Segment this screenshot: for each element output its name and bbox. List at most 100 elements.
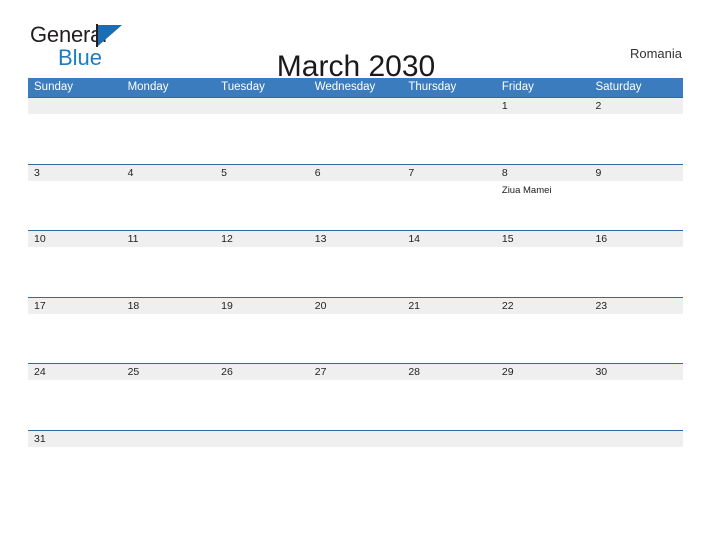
weekday-header-wednesday: Wednesday: [314, 81, 376, 93]
day-cell[interactable]: [215, 247, 309, 297]
day-number[interactable]: 28: [402, 364, 496, 380]
day-number[interactable]: [309, 431, 403, 447]
day-number[interactable]: 10: [28, 231, 122, 247]
week-row: 17 18 19 20 21 22 23: [28, 296, 683, 364]
week-row: 31: [28, 429, 683, 460]
day-cell[interactable]: [589, 447, 683, 460]
day-cell[interactable]: [215, 380, 309, 430]
day-number[interactable]: 31: [28, 431, 122, 447]
day-number[interactable]: 23: [589, 298, 683, 314]
week-date-strip: 31: [28, 430, 683, 447]
day-cell[interactable]: [122, 314, 216, 364]
day-cell[interactable]: [28, 447, 122, 460]
day-cell[interactable]: [28, 247, 122, 297]
day-number[interactable]: 2: [589, 98, 683, 114]
day-cell[interactable]: [496, 114, 590, 164]
day-cell[interactable]: [589, 181, 683, 231]
week-date-strip: 24 25 26 27 28 29 30: [28, 364, 683, 380]
week-date-strip: 1 2: [28, 98, 683, 114]
day-number[interactable]: 6: [309, 165, 403, 181]
day-cell[interactable]: [589, 114, 683, 164]
day-cell[interactable]: [402, 247, 496, 297]
calendar-grid: Sunday Monday Tuesday Wednesday Thursday…: [28, 78, 683, 460]
week-event-strip: [28, 313, 683, 364]
day-cell[interactable]: [496, 247, 590, 297]
day-number[interactable]: [589, 431, 683, 447]
day-cell[interactable]: [122, 380, 216, 430]
day-cell[interactable]: [28, 314, 122, 364]
day-cell[interactable]: [122, 181, 216, 231]
day-number[interactable]: [402, 98, 496, 114]
day-number[interactable]: [28, 98, 122, 114]
day-cell[interactable]: [402, 114, 496, 164]
day-number[interactable]: [122, 431, 216, 447]
day-number[interactable]: 8: [496, 165, 590, 181]
weekday-header-tuesday: Tuesday: [221, 81, 265, 93]
day-number[interactable]: 11: [122, 231, 216, 247]
day-cell[interactable]: [496, 380, 590, 430]
day-cell[interactable]: [589, 314, 683, 364]
week-row: 10 11 12 13 14 15 16: [28, 230, 683, 297]
day-cell[interactable]: [215, 447, 309, 460]
day-cell[interactable]: [589, 380, 683, 430]
day-cell[interactable]: [122, 114, 216, 164]
day-number[interactable]: 4: [122, 165, 216, 181]
day-cell[interactable]: [402, 181, 496, 231]
day-cell[interactable]: [215, 181, 309, 231]
day-number[interactable]: 13: [309, 231, 403, 247]
week-row: 24 25 26 27 28 29 30: [28, 363, 683, 430]
day-number[interactable]: 25: [122, 364, 216, 380]
day-number[interactable]: 20: [309, 298, 403, 314]
day-number[interactable]: 9: [589, 165, 683, 181]
day-cell[interactable]: [496, 447, 590, 460]
day-cell[interactable]: [402, 447, 496, 460]
day-number[interactable]: 26: [215, 364, 309, 380]
day-cell[interactable]: [309, 181, 403, 231]
day-cell[interactable]: [309, 314, 403, 364]
flag-triangle-icon: [98, 25, 122, 46]
day-number[interactable]: 16: [589, 231, 683, 247]
day-number[interactable]: 29: [496, 364, 590, 380]
day-cell[interactable]: [215, 314, 309, 364]
day-number[interactable]: [309, 98, 403, 114]
day-number[interactable]: 18: [122, 298, 216, 314]
day-number[interactable]: 5: [215, 165, 309, 181]
calendar-page: General Blue March 2030 Romania Sunday M…: [0, 0, 712, 550]
day-number[interactable]: 15: [496, 231, 590, 247]
day-cell[interactable]: [215, 114, 309, 164]
day-number[interactable]: [215, 98, 309, 114]
day-number[interactable]: [215, 431, 309, 447]
day-number[interactable]: 1: [496, 98, 590, 114]
day-cell[interactable]: [28, 114, 122, 164]
day-cell[interactable]: [496, 314, 590, 364]
day-number[interactable]: 12: [215, 231, 309, 247]
day-event-text: Ziua Mamei: [501, 184, 552, 196]
day-cell[interactable]: [402, 380, 496, 430]
day-number[interactable]: 14: [402, 231, 496, 247]
day-cell[interactable]: [309, 247, 403, 297]
day-number[interactable]: 24: [28, 364, 122, 380]
day-cell[interactable]: [28, 380, 122, 430]
day-cell[interactable]: [309, 380, 403, 430]
day-number[interactable]: 17: [28, 298, 122, 314]
day-cell[interactable]: [309, 114, 403, 164]
day-number[interactable]: [402, 431, 496, 447]
day-number[interactable]: 3: [28, 165, 122, 181]
week-event-strip: [28, 114, 683, 164]
day-number[interactable]: 27: [309, 364, 403, 380]
day-cell[interactable]: [28, 181, 122, 231]
day-number[interactable]: 30: [589, 364, 683, 380]
day-cell[interactable]: Ziua Mamei: [496, 181, 590, 231]
day-number[interactable]: 21: [402, 298, 496, 314]
weekday-header-thursday: Thursday: [408, 81, 457, 93]
day-cell[interactable]: [309, 447, 403, 460]
day-number[interactable]: 7: [402, 165, 496, 181]
day-cell[interactable]: [122, 447, 216, 460]
day-cell[interactable]: [122, 247, 216, 297]
day-number[interactable]: [122, 98, 216, 114]
day-number[interactable]: [496, 431, 590, 447]
day-number[interactable]: 19: [215, 298, 309, 314]
day-cell[interactable]: [589, 247, 683, 297]
day-cell[interactable]: [402, 314, 496, 364]
day-number[interactable]: 22: [496, 298, 590, 314]
